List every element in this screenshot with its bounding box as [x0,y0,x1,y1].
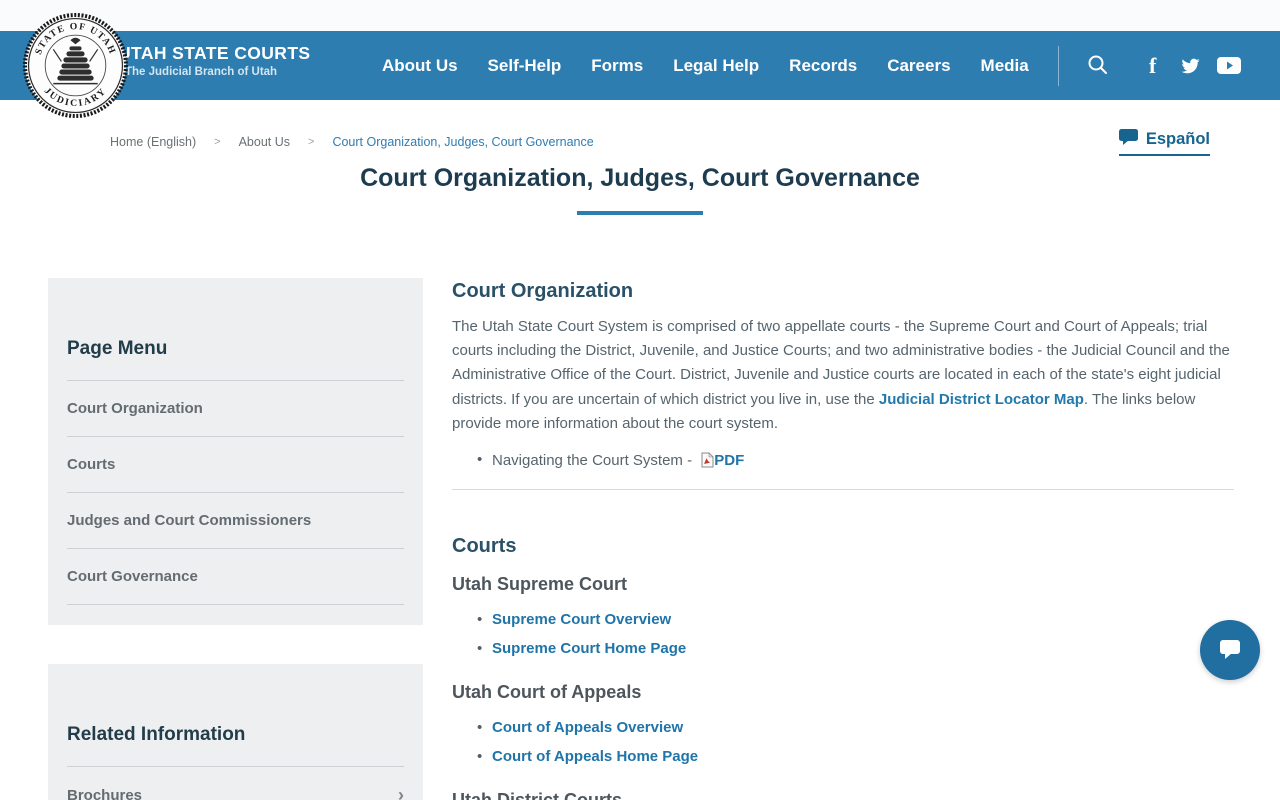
supreme-court-links: Supreme Court Overview Supreme Court Hom… [452,611,1234,658]
title-underline [577,211,703,215]
header-top-strip [0,0,1280,31]
nav-legal-help[interactable]: Legal Help [673,56,759,76]
main-content: Court Organization The Utah State Court … [452,278,1234,800]
pdf-file-icon [700,452,714,472]
navigating-court-system-pdf-link[interactable]: PDF [714,452,744,469]
list-item: Navigating the Court System - PDF [452,452,1234,472]
sidebar-item-court-organization[interactable]: Court Organization [67,381,404,437]
breadcrumb-home[interactable]: Home (English) [110,135,196,149]
nav-about-us[interactable]: About Us [382,56,458,76]
nav-careers[interactable]: Careers [887,56,950,76]
chevron-right-icon: › [398,785,404,800]
supreme-court-overview-link[interactable]: Supreme Court Overview [492,611,671,628]
list-item: Supreme Court Overview [452,611,1234,629]
main-navigation: About Us Self-Help Forms Legal Help Reco… [382,31,1029,100]
court-organization-paragraph: The Utah State Court System is comprised… [452,318,1230,432]
speech-bubble-icon [1118,129,1138,150]
nav-divider [1058,46,1059,86]
sidebar-item-judges-commissioners[interactable]: Judges and Court Commissioners [67,493,404,549]
utah-supreme-court-heading: Utah Supreme Court [452,574,628,595]
language-toggle-label: Español [1145,130,1210,148]
courts-heading: Courts [452,535,517,558]
section-divider [452,489,1234,491]
utah-judiciary-seal-logo[interactable]: STATE OF UTAH JUDICIARY [23,13,128,118]
related-information-panel: Related Information Brochures › [48,664,423,800]
breadcrumb-current: Court Organization, Judges, Court Govern… [332,135,594,149]
nav-self-help[interactable]: Self-Help [488,56,562,76]
nav-forms[interactable]: Forms [591,56,643,76]
youtube-icon[interactable] [1217,31,1241,100]
list-item: Court of Appeals Overview [452,719,1234,737]
chat-button[interactable] [1200,620,1260,680]
utah-court-of-appeals-heading: Utah Court of Appeals [452,682,642,703]
brand-text[interactable]: UTAH STATE COURTS The Judicial Branch of… [118,43,311,79]
page-menu-title: Page Menu [67,338,168,359]
brand-subtitle: The Judicial Branch of Utah [125,66,278,79]
list-item: Supreme Court Home Page [452,640,1234,658]
court-of-appeals-overview-link[interactable]: Court of Appeals Overview [492,719,683,736]
page-title: Court Organization, Judges, Court Govern… [360,164,920,192]
breadcrumb: Home (English) > About Us > Court Organi… [110,135,594,149]
breadcrumb-about-us[interactable]: About Us [239,135,290,149]
sidebar-item-court-governance[interactable]: Court Governance [67,549,404,605]
page-menu-panel: Page Menu Court Organization Courts Judg… [48,278,423,625]
sidebar-item-brochures[interactable]: Brochures › [67,767,404,800]
chat-bubble-icon [1217,636,1243,665]
sidebar-item-courts[interactable]: Courts [67,437,404,493]
breadcrumb-separator: > [308,136,315,148]
breadcrumb-separator: > [214,136,221,148]
page: STATE OF UTAH JUDICIARY UTAH STATE COURT… [0,0,1280,800]
utah-district-courts-heading: Utah District Courts [452,788,1234,800]
facebook-icon[interactable]: f [1149,31,1156,100]
nav-media[interactable]: Media [981,56,1029,76]
nav-records[interactable]: Records [789,56,857,76]
court-organization-links: Navigating the Court System - PDF [452,452,1234,472]
court-of-appeals-links: Court of Appeals Overview Court of Appea… [452,719,1234,766]
court-organization-heading: Court Organization [452,280,634,302]
court-of-appeals-home-page-link[interactable]: Court of Appeals Home Page [492,748,698,765]
language-toggle[interactable]: Español [1118,129,1210,156]
brand-title: UTAH STATE COURTS [118,43,311,63]
search-icon[interactable] [1087,54,1109,81]
twitter-icon[interactable] [1180,31,1201,100]
supreme-court-home-page-link[interactable]: Supreme Court Home Page [492,640,686,657]
judicial-district-locator-map-link[interactable]: Judicial District Locator Map [879,391,1084,408]
related-information-title: Related Information [67,724,246,745]
list-item: Court of Appeals Home Page [452,748,1234,766]
